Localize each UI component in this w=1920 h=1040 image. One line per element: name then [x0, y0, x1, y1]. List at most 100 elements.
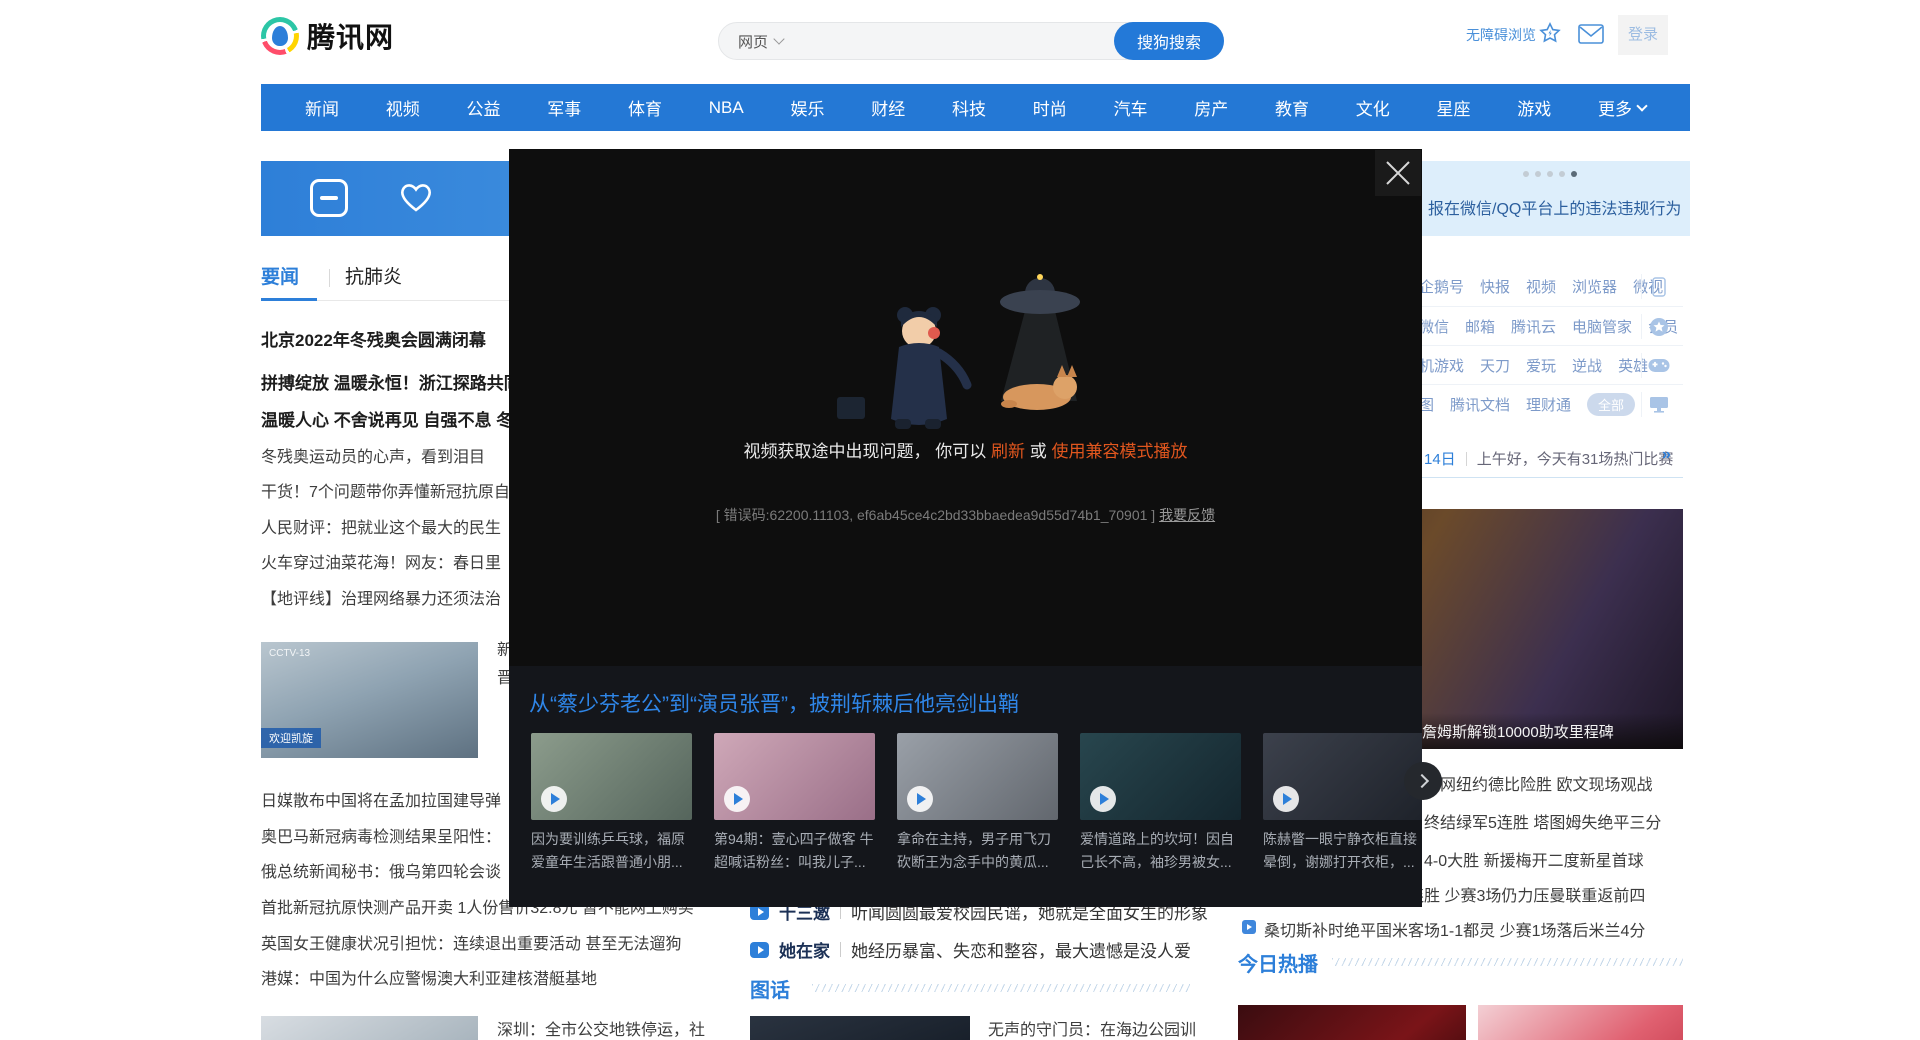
hot-video-thumb[interactable]: [1478, 1005, 1683, 1040]
sports-more-arrow[interactable]: »: [1662, 446, 1668, 464]
sports-headline[interactable]: 篮网纽约德比险胜 欧文现场观战: [1424, 771, 1652, 795]
related-video-title[interactable]: 从“蔡少芬老公”到“演员张晋”，披荆斩棘后他亮剑出鞘: [529, 688, 1019, 718]
service-link[interactable]: 快报: [1480, 276, 1510, 297]
headline[interactable]: 北京2022年冬残奥会圆满闭幕: [261, 326, 486, 351]
nav-item-fashion[interactable]: 时尚: [1033, 95, 1067, 120]
headline[interactable]: 干货！7个问题带你弄懂新冠抗原自: [261, 478, 510, 502]
headline[interactable]: 深圳：全市公交地铁停运，社: [497, 1016, 705, 1040]
news-photo-shenzhen[interactable]: [261, 1016, 478, 1040]
headline[interactable]: 奥巴马新冠病毒检测结果呈阳性：: [261, 823, 501, 847]
nav-item-video[interactable]: 视频: [386, 95, 420, 120]
video-card[interactable]: 第94期：壹心四子做客 牛超喊话粉丝：叫我儿子...: [714, 733, 875, 874]
favorites-star-icon[interactable]: [1538, 21, 1562, 50]
tab-anti-epidemic[interactable]: 抗肺炎: [345, 262, 402, 289]
nav-item-tech[interactable]: 科技: [952, 95, 986, 120]
service-link[interactable]: 天刀: [1480, 355, 1510, 376]
video-news-row[interactable]: 她在家 她经历暴富、失恋和整容，最大遗憾是没人爱: [750, 937, 1191, 962]
nav-item-culture[interactable]: 文化: [1356, 95, 1390, 120]
gamepad-icon[interactable]: [1641, 353, 1675, 378]
service-link[interactable]: 腾讯文档: [1450, 394, 1510, 415]
headline[interactable]: 英国女王健康状况引担忧：连续退出重要活动 甚至无法遛狗: [261, 930, 681, 954]
accessibility-link[interactable]: 无障碍浏览: [1466, 25, 1536, 45]
video-card-caption: 爱情道路上的坎坷！因自己长不高，袖珍男被女...: [1080, 828, 1241, 874]
headline[interactable]: 人民财评：把就业这个最大的民生: [261, 514, 501, 538]
video-thumbnail: [897, 733, 1058, 820]
nav-item-sports[interactable]: 体育: [628, 95, 662, 120]
service-link[interactable]: 理财通: [1526, 394, 1571, 415]
video-card[interactable]: 爱情道路上的坎坷！因自己长不高，袖珍男被女...: [1080, 733, 1241, 874]
headline[interactable]: 拼搏绽放 温暖永恒！浙江探路共同: [261, 369, 521, 394]
service-link[interactable]: 机游戏: [1419, 355, 1464, 376]
search-button[interactable]: 搜狗搜索: [1114, 22, 1224, 60]
service-link[interactable]: 微信: [1419, 316, 1449, 337]
headline[interactable]: 港媒：中国为什么应警惕澳大利亚建核潜艇基地: [261, 965, 597, 989]
vip-star-icon[interactable]: [1641, 314, 1675, 339]
headline[interactable]: 冬残奥运动员的心声，看到泪目: [261, 443, 485, 467]
headline[interactable]: 【地评线】治理网络暴力还须法治: [261, 585, 501, 609]
search-input[interactable]: [797, 23, 1114, 59]
play-icon: [541, 786, 567, 812]
headline[interactable]: 日媒散布中国将在孟加拉国建导弹: [261, 787, 501, 811]
banner-dots[interactable]: [1523, 171, 1577, 177]
nav-item-astro[interactable]: 星座: [1436, 95, 1470, 120]
play-icon: [1273, 786, 1299, 812]
service-link[interactable]: 企鹅号: [1419, 276, 1464, 297]
hot-video-thumb[interactable]: [1238, 1005, 1466, 1040]
sports-headline[interactable]: 4-0大胜 新援梅开二度新星首球: [1424, 847, 1644, 871]
nav-item-nba[interactable]: NBA: [709, 98, 744, 118]
video-column-tag[interactable]: 她在家: [779, 937, 830, 962]
error-illustration: [829, 269, 1119, 444]
photo-caption[interactable]: 无声的守门员：在海边公园训: [988, 1016, 1196, 1040]
modal-close-button[interactable]: [1375, 150, 1421, 196]
tab-top-news[interactable]: 要闻: [261, 262, 299, 289]
service-link[interactable]: 爱玩: [1526, 355, 1556, 376]
video-row-title[interactable]: 她经历暴富、失恋和整容，最大遗憾是没人爱: [851, 937, 1191, 962]
nav-item-house[interactable]: 房产: [1194, 95, 1228, 120]
feedback-link[interactable]: 我要反馈: [1159, 507, 1215, 523]
nav-item-finance[interactable]: 财经: [871, 95, 905, 120]
video-player-modal: 视频获取途中出现问题， 你可以 刷新 或 使用兼容模式播放 [ 错误码:6220…: [509, 149, 1422, 907]
news-play-icon: [1242, 920, 1256, 934]
nav-item-auto[interactable]: 汽车: [1113, 95, 1147, 120]
headline[interactable]: 温暖人心 不舍说再见 自强不息 冬奥: [261, 406, 530, 431]
service-link[interactable]: 视频: [1526, 276, 1556, 297]
monitor-icon[interactable]: [1641, 392, 1675, 417]
headline[interactable]: 火车穿过油菜花海！网友：春日里: [261, 549, 501, 573]
section-title-pictures[interactable]: 图话: [750, 974, 790, 1003]
refresh-link[interactable]: 刷新: [991, 442, 1025, 461]
carousel-next-button[interactable]: [1404, 762, 1442, 800]
news-photo-navy[interactable]: CCTV-13 欢迎凯旋: [261, 642, 478, 758]
photo-goalkeeper[interactable]: [750, 1016, 970, 1040]
chevron-right-icon: [1414, 774, 1428, 788]
headline[interactable]: 俄总统新闻秘书：俄乌第四轮会谈: [261, 858, 501, 882]
service-link[interactable]: 电脑管家: [1572, 316, 1632, 337]
nav-item-edu[interactable]: 教育: [1275, 95, 1309, 120]
video-card[interactable]: 陈赫瞥一眼宁静衣柜直接晕倒，谢娜打开衣柜，...: [1263, 733, 1422, 874]
compat-mode-link[interactable]: 使用兼容模式播放: [1051, 442, 1187, 461]
service-link[interactable]: 浏览器: [1572, 276, 1617, 297]
phone-icon[interactable]: [1641, 274, 1675, 299]
login-button[interactable]: 登录: [1618, 15, 1668, 55]
video-card[interactable]: 拿命在主持，男子用飞刀砍断王为念手中的黄瓜...: [897, 733, 1058, 874]
section-title-hot-today[interactable]: 今日热播: [1238, 948, 1318, 977]
service-link[interactable]: 腾讯云: [1511, 316, 1556, 337]
search-scope-select[interactable]: 网页: [719, 31, 797, 52]
nav-item-news[interactable]: 新闻: [305, 95, 339, 120]
sports-headline[interactable]: 终结绿军5连胜 塔图姆失绝平三分: [1424, 809, 1661, 833]
nav-item-charity[interactable]: 公益: [467, 95, 501, 120]
all-services-pill[interactable]: 全部: [1587, 393, 1635, 416]
mail-icon[interactable]: [1578, 24, 1604, 49]
search-scope-label: 网页: [738, 31, 768, 52]
sports-greeting: 上午好，今天有31场热门比赛: [1477, 448, 1674, 469]
nav-item-military[interactable]: 军事: [547, 95, 581, 120]
sports-status-bar[interactable]: 14日 上午好，今天有31场热门比赛: [1424, 448, 1673, 469]
video-card[interactable]: 因为要训练乒乓球，福原爱童年生活跟普通小朋...: [531, 733, 692, 874]
nav-item-games[interactable]: 游戏: [1517, 95, 1551, 120]
site-logo[interactable]: 腾讯网: [261, 16, 394, 56]
service-link[interactable]: 逆战: [1572, 355, 1602, 376]
banner-text[interactable]: 报在微信/QQ平台上的违法违规行为: [1428, 195, 1681, 219]
nav-item-ent[interactable]: 娱乐: [790, 95, 824, 120]
nav-more[interactable]: 更多: [1598, 95, 1646, 120]
service-link[interactable]: 邮箱: [1465, 316, 1495, 337]
sports-headline[interactable]: 桑切斯补时绝平国米客场1-1都灵 少赛1场落后米兰4分: [1264, 917, 1645, 941]
